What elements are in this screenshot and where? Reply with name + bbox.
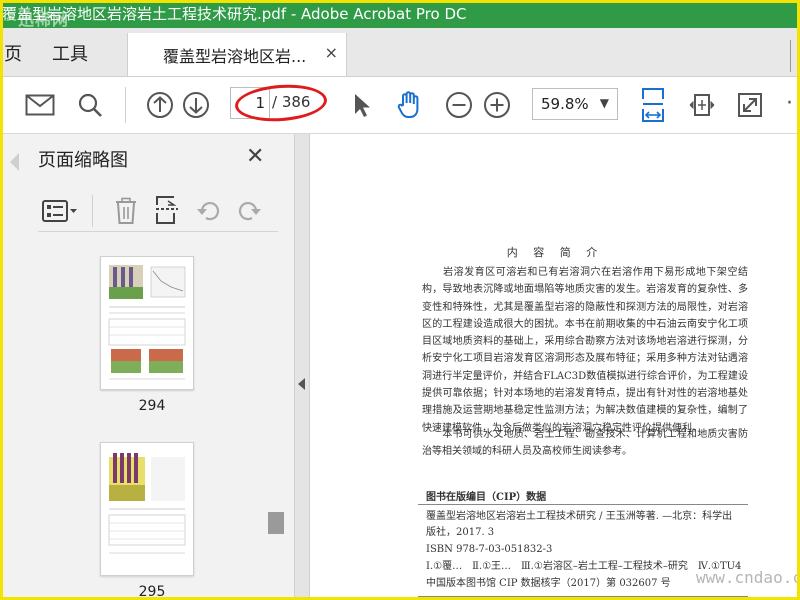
more-tools-icon[interactable]: · bbox=[786, 91, 793, 116]
menu-tools[interactable]: 工具 bbox=[52, 40, 88, 66]
document-tab[interactable]: 覆盖型岩溶地区岩... × bbox=[127, 33, 347, 76]
previous-page-icon[interactable] bbox=[144, 89, 176, 121]
hand-tool-icon[interactable] bbox=[393, 89, 425, 121]
rotate-left-icon[interactable] bbox=[196, 199, 222, 223]
window-titlebar: 覆盖型岩溶地区岩溶岩土工程技术研究.pdf - Adobe Acrobat Pr… bbox=[0, 0, 800, 28]
fit-width-icon[interactable] bbox=[636, 85, 670, 125]
panel-pointer-icon bbox=[10, 153, 19, 171]
window-title: 覆盖型岩溶地区岩溶岩土工程技术研究.pdf - Adobe Acrobat Pr… bbox=[2, 5, 467, 23]
thumbnail-scrollbar-thumb[interactable] bbox=[268, 512, 284, 534]
cip-classification: Ⅰ.①覆… Ⅱ.①王… Ⅲ.①岩溶区–岩土工程–工程技术–研究 Ⅳ.①TU4 bbox=[426, 561, 742, 572]
document-view[interactable]: 内 容 简 介 岩溶发育区可溶岩和已有岩溶洞穴在岩溶作用下易形成地下架空结构，导… bbox=[310, 134, 800, 600]
cip-line-2: 版社，2017. 3 bbox=[426, 527, 495, 538]
cip-isbn: ISBN 978-7-03-051832-3 bbox=[426, 544, 553, 555]
watermark-top: 迅稀网 bbox=[18, 10, 70, 29]
menu-home[interactable]: 页 bbox=[4, 40, 22, 66]
zoom-value: 59.8% bbox=[541, 95, 589, 113]
zoom-out-icon[interactable] bbox=[443, 89, 475, 121]
window-edge bbox=[790, 40, 797, 72]
doc-paragraph-1: 岩溶发育区可溶岩和已有岩溶洞穴在岩溶作用下易形成地下架空结构，导致地表沉降或地面… bbox=[422, 267, 748, 434]
panel-title: 页面缩略图 bbox=[38, 150, 128, 171]
panel-splitter[interactable] bbox=[294, 134, 310, 600]
main-toolbar: · bbox=[0, 77, 800, 134]
zoom-in-icon[interactable] bbox=[481, 89, 513, 121]
document-tab-label: 覆盖型岩溶地区岩... bbox=[163, 47, 307, 66]
search-icon[interactable] bbox=[74, 89, 106, 121]
thumbnail-page-295[interactable] bbox=[100, 442, 194, 576]
split-page-icon[interactable] bbox=[154, 195, 180, 225]
rotate-right-icon[interactable] bbox=[236, 199, 262, 223]
chevron-down-icon: ▼ bbox=[599, 96, 609, 110]
thumbnail-tools bbox=[38, 191, 278, 232]
fullscreen-icon[interactable] bbox=[734, 89, 766, 121]
cip-rule-top bbox=[418, 504, 748, 505]
thumbnail-label-294: 294 bbox=[138, 398, 166, 414]
mail-icon[interactable] bbox=[24, 89, 56, 121]
thumbnail-label-295: 295 bbox=[138, 584, 166, 600]
collapse-panel-icon[interactable] bbox=[298, 378, 305, 390]
doc-paragraph-2: 本书可供水文地质、岩土工程、勘查技术、计算机工程和地质灾害防治等相关领域的科研人… bbox=[422, 429, 748, 458]
cip-rule-bottom bbox=[418, 596, 748, 597]
zoom-select[interactable]: 59.8% ▼ bbox=[532, 88, 618, 120]
thumbnail-list: 294 295 bbox=[38, 240, 266, 600]
next-page-icon[interactable] bbox=[180, 89, 212, 121]
doc-heading: 内 容 简 介 bbox=[506, 246, 604, 259]
thumbnail-options-icon[interactable] bbox=[42, 199, 80, 223]
watermark-bottom: www.cndao.com bbox=[696, 568, 800, 587]
cip-number: 中国版本图书馆 CIP 数据核字（2017）第 032607 号 bbox=[426, 578, 671, 589]
cip-line-1: 覆盖型岩溶地区岩溶岩土工程技术研究 / 王玉洲等著. —北京：科学出 bbox=[426, 511, 733, 522]
menu-bar bbox=[0, 28, 800, 77]
cip-title: 图书在版编目（CIP）数据 bbox=[426, 492, 547, 503]
pdf-page: 内 容 简 介 岩溶发育区可溶岩和已有岩溶洞穴在岩溶作用下易形成地下架空结构，导… bbox=[310, 134, 800, 600]
thumbnail-page-294[interactable] bbox=[100, 256, 194, 390]
thumbnail-scrollbar[interactable] bbox=[268, 240, 284, 600]
tab-close-button[interactable]: × bbox=[325, 43, 338, 62]
rotate-view-icon[interactable] bbox=[686, 89, 718, 121]
panel-close-button[interactable]: ✕ bbox=[246, 144, 264, 169]
delete-page-icon[interactable] bbox=[114, 197, 138, 225]
select-cursor-icon[interactable] bbox=[346, 89, 378, 121]
